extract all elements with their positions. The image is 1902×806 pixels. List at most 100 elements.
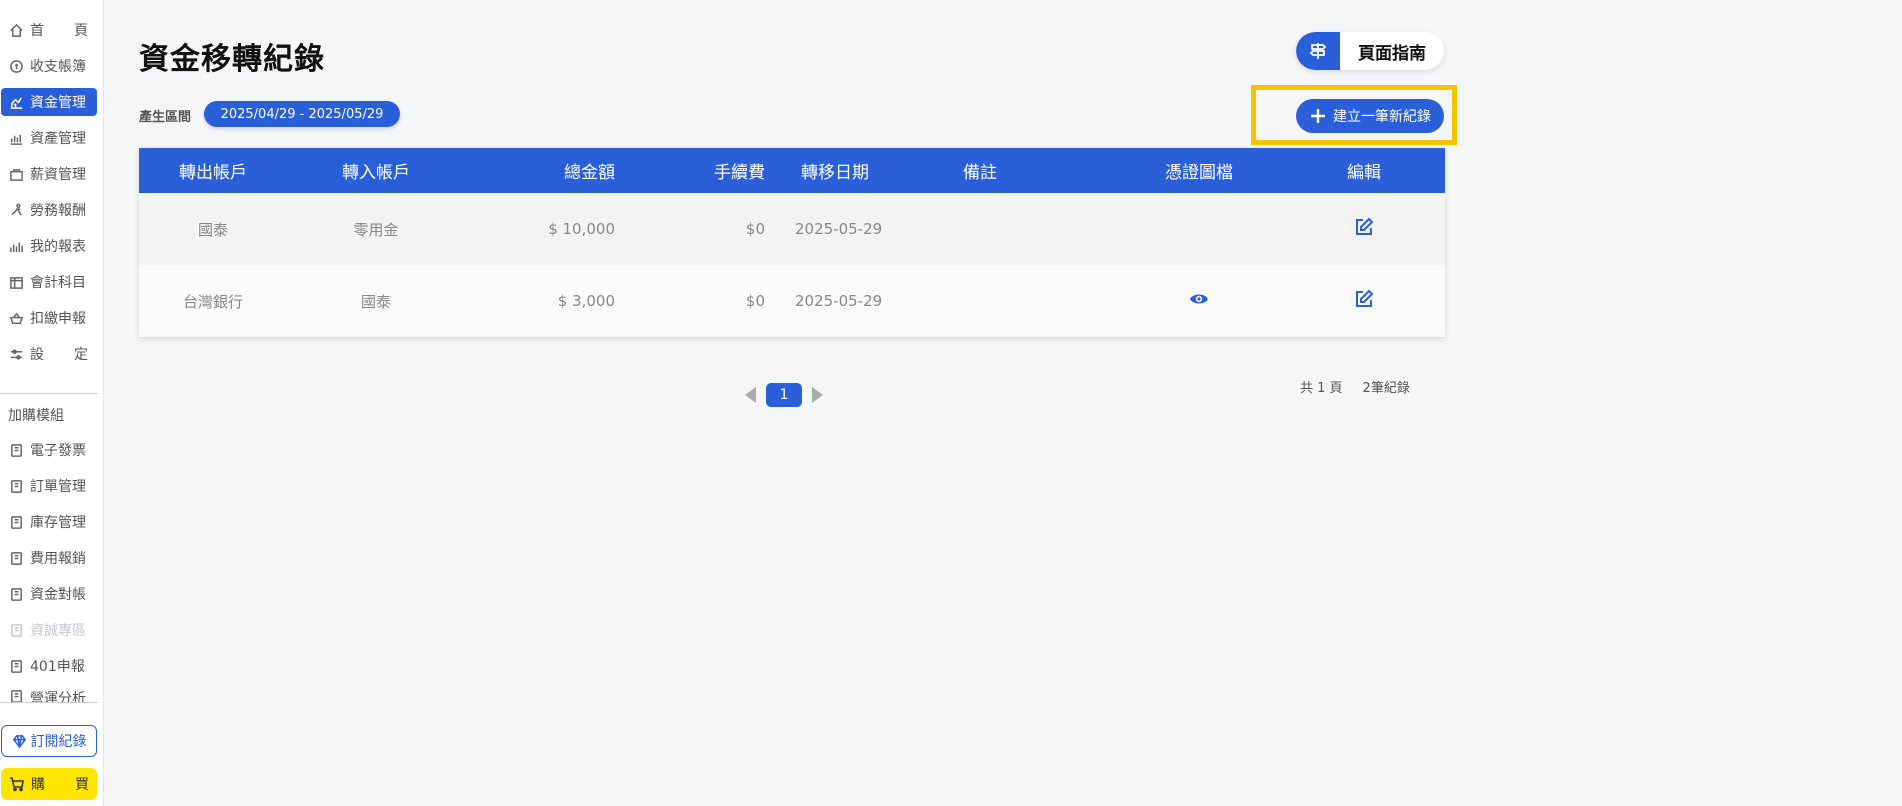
sidebar-item-ledger-book[interactable]: 收支帳簿 xyxy=(1,52,97,80)
sidebar-item-order-management[interactable]: 訂單管理 xyxy=(1,472,97,500)
cell-fee: $0 xyxy=(745,292,765,310)
transfer-records-table: 轉出帳戶 轉入帳戶 總金額 手續費 轉移日期 備註 憑證圖檔 編輯 國泰 零用金… xyxy=(139,148,1445,337)
create-record-button[interactable]: 建立一筆新紀錄 xyxy=(1296,99,1444,133)
sidebar-item-my-reports[interactable]: 我的報表 xyxy=(1,232,97,260)
column-header: 編輯 xyxy=(1347,163,1381,183)
sidebar-item-accounting-subjects[interactable]: 會計科目 xyxy=(1,268,97,296)
sidebar-item-label: 資誠專區 xyxy=(30,623,86,639)
sidebar-item-label: 扣繳申報 xyxy=(30,311,86,327)
date-range-picker[interactable]: 2025/04/29 - 2025/05/29 xyxy=(204,101,400,127)
column-header: 總金額 xyxy=(564,163,615,183)
table-row: 台灣銀行 國泰 $ 3,000 $0 2025-05-29 xyxy=(139,265,1445,337)
sidebar-divider xyxy=(0,702,98,703)
column-header: 轉入帳戶 xyxy=(342,163,410,183)
column-header: 憑證圖檔 xyxy=(1165,163,1233,183)
module-icon xyxy=(8,622,24,638)
next-page-icon[interactable] xyxy=(812,387,823,403)
cell-note xyxy=(905,193,1055,265)
fund-icon xyxy=(8,94,24,110)
diamond-icon xyxy=(12,734,26,748)
sidebar: 首頁 收支帳簿 資金管理 資產管理 薪資管理 勞務報酬 我的報表 會計科目 扣繳… xyxy=(0,0,104,806)
module-icon xyxy=(8,442,24,458)
sidebar-item-withholding-tax[interactable]: 扣繳申報 xyxy=(1,304,97,332)
sidebar-item-label: 營運分析 xyxy=(30,691,86,702)
column-header: 轉移日期 xyxy=(801,163,869,183)
module-icon xyxy=(8,658,24,674)
sidebar-item-label: 資金對帳 xyxy=(30,587,86,603)
sidebar-item-e-invoice[interactable]: 電子發票 xyxy=(1,436,97,464)
cell-to-account: 國泰 xyxy=(360,292,391,311)
sidebar-item-label: 庫存管理 xyxy=(30,515,86,531)
tax-icon xyxy=(8,310,24,326)
sidebar-item-label: 電子發票 xyxy=(30,443,86,459)
sidebar-item-label: 會計科目 xyxy=(30,275,86,291)
cell-transfer-date: 2025-05-29 xyxy=(795,292,883,310)
sidebar-item-fund-management[interactable]: 資金管理 xyxy=(1,88,97,116)
page-guide-button[interactable]: 頁面指南 xyxy=(1296,32,1444,70)
cell-total-amount: $ 3,000 xyxy=(557,292,615,310)
cell-total-amount: $ 10,000 xyxy=(548,220,615,238)
sidebar-item-label: 費用報銷 xyxy=(30,551,86,567)
module-icon xyxy=(8,478,24,494)
create-record-label: 建立一筆新紀錄 xyxy=(1333,109,1431,125)
page-title: 資金移轉紀錄 xyxy=(139,42,325,77)
sidebar-item-inventory-management[interactable]: 庫存管理 xyxy=(1,508,97,536)
subscription-records-button[interactable]: 訂閱紀錄 xyxy=(1,725,97,757)
salary-icon xyxy=(8,166,24,182)
cell-from-account: 國泰 xyxy=(197,220,228,239)
sidebar-item-label: 資金管理 xyxy=(30,95,86,111)
sidebar-item-label: 首 xyxy=(30,23,44,39)
sidebar-divider xyxy=(0,393,98,394)
column-header: 手續費 xyxy=(714,163,765,183)
labor-icon xyxy=(8,202,24,218)
home-icon xyxy=(8,22,24,38)
pagination-summary: 共 1 頁 2筆紀錄 xyxy=(1300,377,1410,396)
edit-icon[interactable] xyxy=(1354,217,1374,241)
sidebar-item-label: 收支帳簿 xyxy=(30,59,86,75)
table-row: 國泰 零用金 $ 10,000 $0 2025-05-29 xyxy=(139,193,1445,265)
module-icon xyxy=(8,514,24,530)
buy-button[interactable]: 購買 xyxy=(1,768,97,800)
sidebar-item-label: 資產管理 xyxy=(30,131,86,147)
sidebar-item-label: 401申報 xyxy=(30,659,85,675)
sidebar-item-asset-management[interactable]: 資產管理 xyxy=(1,124,97,152)
sidebar-item-expense-claims[interactable]: 費用報銷 xyxy=(1,544,97,572)
edit-icon[interactable] xyxy=(1354,289,1374,313)
sidebar-item-label: 訂單管理 xyxy=(30,479,86,495)
cell-from-account: 台灣銀行 xyxy=(182,292,243,311)
addon-section-title: 加購模組 xyxy=(8,408,64,424)
module-icon xyxy=(8,688,24,702)
sidebar-item-pwc-zone[interactable]: 資誠專區 xyxy=(1,616,97,644)
page-button-current[interactable]: 1 xyxy=(766,383,802,407)
sidebar-item-label: 我的報表 xyxy=(30,239,86,255)
sidebar-item-label: 薪資管理 xyxy=(30,167,86,183)
cell-transfer-date: 2025-05-29 xyxy=(795,220,883,238)
page-guide-label: 頁面指南 xyxy=(1358,43,1426,64)
date-range-label: 產生區間 xyxy=(139,110,192,125)
assets-icon xyxy=(8,130,24,146)
sidebar-item-operation-analysis[interactable]: 營運分析 xyxy=(1,688,97,702)
sidebar-item-salary-management[interactable]: 薪資管理 xyxy=(1,160,97,188)
sidebar-item-labor-remuneration[interactable]: 勞務報酬 xyxy=(1,196,97,224)
total-records: 2筆紀錄 xyxy=(1362,381,1410,396)
cell-to-account: 零用金 xyxy=(353,220,399,239)
settings-icon xyxy=(8,346,24,362)
report-icon xyxy=(8,238,24,254)
cart-icon xyxy=(10,777,24,792)
module-icon xyxy=(8,586,24,602)
prev-page-icon[interactable] xyxy=(745,387,756,403)
plus-icon xyxy=(1311,109,1325,123)
sidebar-item-fund-reconciliation[interactable]: 資金對帳 xyxy=(1,580,97,608)
total-pages: 共 1 頁 xyxy=(1300,381,1343,396)
sidebar-item-401-filing[interactable]: 401申報 xyxy=(1,652,97,680)
eye-icon[interactable] xyxy=(1189,289,1209,313)
module-icon xyxy=(8,550,24,566)
column-header: 轉出帳戶 xyxy=(179,163,247,183)
ledger-icon xyxy=(8,274,24,290)
cell-fee: $0 xyxy=(745,220,765,238)
sidebar-item-settings[interactable]: 設定 xyxy=(1,340,97,368)
subscription-records-label: 訂閱紀錄 xyxy=(30,734,87,750)
pagination: 1 xyxy=(745,382,823,408)
table-header: 轉出帳戶 轉入帳戶 總金額 手續費 轉移日期 備註 憑證圖檔 編輯 xyxy=(139,148,1445,193)
sidebar-item-home[interactable]: 首頁 xyxy=(1,16,97,44)
